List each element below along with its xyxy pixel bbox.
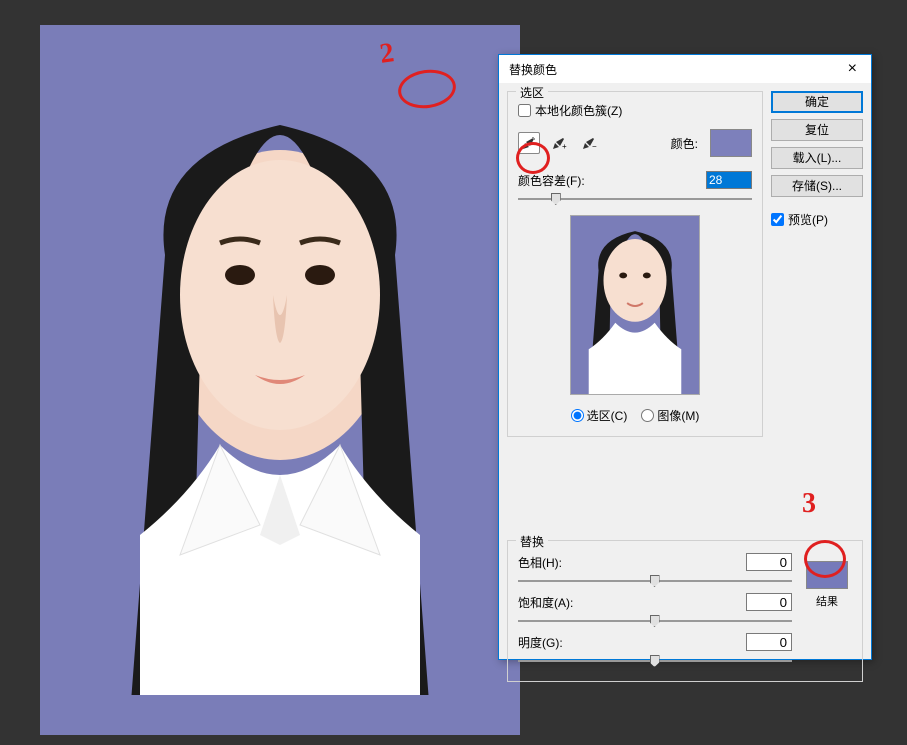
load-button[interactable]: 载入(L)...: [771, 147, 863, 169]
color-label: 颜色:: [671, 135, 698, 152]
fuzziness-label: 颜色容差(F):: [518, 172, 585, 189]
preview-checkbox[interactable]: [771, 213, 784, 226]
reset-button[interactable]: 复位: [771, 119, 863, 141]
ok-button[interactable]: 确定: [771, 91, 863, 113]
radio-selection-input[interactable]: [571, 409, 584, 422]
preview-checkbox-row[interactable]: 预览(P): [771, 211, 863, 228]
annotation-3: 3: [802, 488, 816, 520]
selection-legend: 选区: [516, 84, 548, 101]
localized-checkbox-row[interactable]: 本地化颜色簇(Z): [518, 102, 752, 119]
replacement-legend: 替换: [516, 533, 548, 550]
sat-slider[interactable]: [518, 613, 792, 627]
dialog-titlebar[interactable]: 替换颜色 ×: [499, 55, 871, 83]
radio-selection[interactable]: 选区(C): [571, 407, 628, 424]
selection-preview-thumbnail[interactable]: [570, 215, 700, 395]
radio-image[interactable]: 图像(M): [641, 407, 699, 424]
svg-text:+: +: [562, 142, 567, 151]
localized-label: 本地化颜色簇(Z): [535, 102, 622, 119]
preview-label: 预览(P): [788, 211, 828, 228]
result-color-swatch[interactable]: [806, 561, 848, 589]
radio-image-input[interactable]: [641, 409, 654, 422]
eyedropper-add-tool[interactable]: +: [548, 132, 570, 154]
sample-color-swatch[interactable]: [710, 129, 752, 157]
sat-label: 饱和度(A):: [518, 594, 578, 611]
fuzziness-input[interactable]: [706, 171, 752, 189]
light-label: 明度(G):: [518, 634, 578, 651]
close-button[interactable]: ×: [840, 60, 865, 78]
selection-group: 选区 本地化颜色簇(Z) + − 颜色:: [507, 91, 763, 437]
replace-color-dialog: 替换颜色 × 选区 本地化颜色簇(Z) +: [498, 54, 872, 660]
eyedropper-subtract-tool[interactable]: −: [578, 132, 600, 154]
canvas-area[interactable]: [40, 25, 520, 735]
hue-slider[interactable]: [518, 573, 792, 587]
replacement-group: 替换 色相(H): 饱和度(A): 明度(G): [507, 540, 863, 682]
fuzziness-slider[interactable]: [518, 191, 752, 207]
eyedropper-tool[interactable]: [518, 132, 540, 154]
save-button[interactable]: 存储(S)...: [771, 175, 863, 197]
light-slider[interactable]: [518, 653, 792, 667]
light-input[interactable]: [746, 633, 792, 651]
sat-input[interactable]: [746, 593, 792, 611]
svg-text:−: −: [592, 142, 597, 151]
dialog-title-text: 替换颜色: [509, 61, 557, 78]
id-photo-portrait: [90, 75, 470, 695]
hue-input[interactable]: [746, 553, 792, 571]
hue-label: 色相(H):: [518, 554, 578, 571]
result-label: 结果: [816, 593, 838, 609]
localized-checkbox[interactable]: [518, 104, 531, 117]
